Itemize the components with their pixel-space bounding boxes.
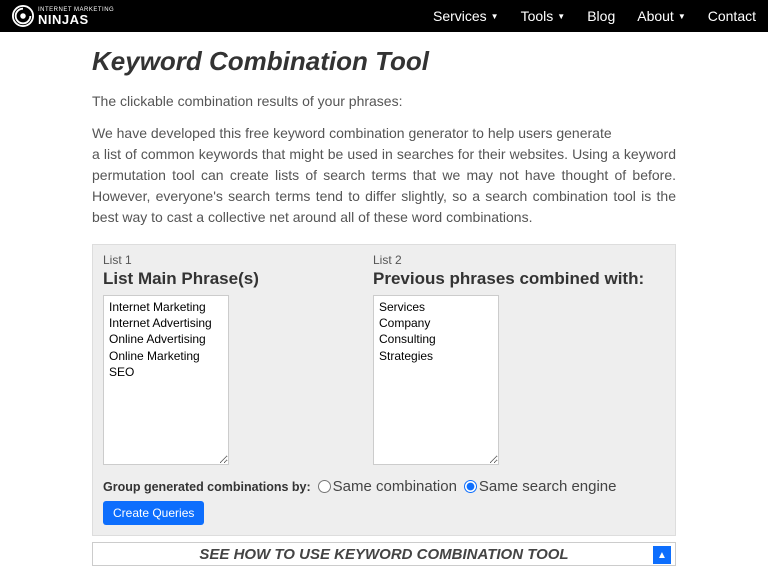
nav-services[interactable]: Services▼ <box>433 8 499 24</box>
nav-blog[interactable]: Blog <box>587 8 615 24</box>
list1-column: List 1 List Main Phrase(s) <box>103 253 349 468</box>
list2-heading: Previous phrases combined with: <box>373 269 619 289</box>
caret-down-icon: ▼ <box>678 12 686 21</box>
brand-logo[interactable]: INTERNET MARKETING NINJAS <box>12 5 114 27</box>
ninja-swirl-icon <box>12 5 34 27</box>
tool-panel: List 1 List Main Phrase(s) List 2 Previo… <box>92 244 676 536</box>
lists-row: List 1 List Main Phrase(s) List 2 Previo… <box>103 253 665 468</box>
list2-column: List 2 Previous phrases combined with: <box>373 253 619 468</box>
list1-textarea[interactable] <box>103 295 229 465</box>
list2-textarea[interactable] <box>373 295 499 465</box>
intro-text: The clickable combination results of you… <box>92 93 676 109</box>
list2-label: List 2 <box>373 253 619 267</box>
caret-down-icon: ▼ <box>491 12 499 21</box>
radio-same-combination[interactable]: Same combination <box>318 478 457 495</box>
radio-same-search-engine-input[interactable] <box>464 480 477 493</box>
nav-contact[interactable]: Contact <box>708 8 756 24</box>
group-label: Group generated combinations by: <box>103 480 311 494</box>
radio-same-combination-input[interactable] <box>318 480 331 493</box>
page-title: Keyword Combination Tool <box>92 46 676 77</box>
grouping-row: Group generated combinations by: Same co… <box>103 478 665 495</box>
brand-bottom: NINJAS <box>38 13 114 26</box>
list1-label: List 1 <box>103 253 349 267</box>
caret-down-icon: ▼ <box>557 12 565 21</box>
radio-same-search-engine[interactable]: Same search engine <box>464 478 617 495</box>
brand-text: INTERNET MARKETING NINJAS <box>38 7 114 26</box>
description-text: We have developed this free keyword comb… <box>92 123 676 228</box>
how-to-bar[interactable]: SEE HOW TO USE KEYWORD COMBINATION TOOL … <box>92 542 676 566</box>
top-navbar: INTERNET MARKETING NINJAS Services▼ Tool… <box>0 0 768 32</box>
nav-links: Services▼ Tools▼ Blog About▼ Contact <box>433 8 756 24</box>
create-queries-button[interactable]: Create Queries <box>103 501 204 525</box>
list1-heading: List Main Phrase(s) <box>103 269 349 289</box>
nav-about[interactable]: About▼ <box>637 8 686 24</box>
how-to-text: SEE HOW TO USE KEYWORD COMBINATION TOOL <box>199 546 568 563</box>
nav-tools[interactable]: Tools▼ <box>521 8 566 24</box>
main-container: Keyword Combination Tool The clickable c… <box>0 32 768 566</box>
arrow-up-icon[interactable]: ▲ <box>653 546 671 564</box>
